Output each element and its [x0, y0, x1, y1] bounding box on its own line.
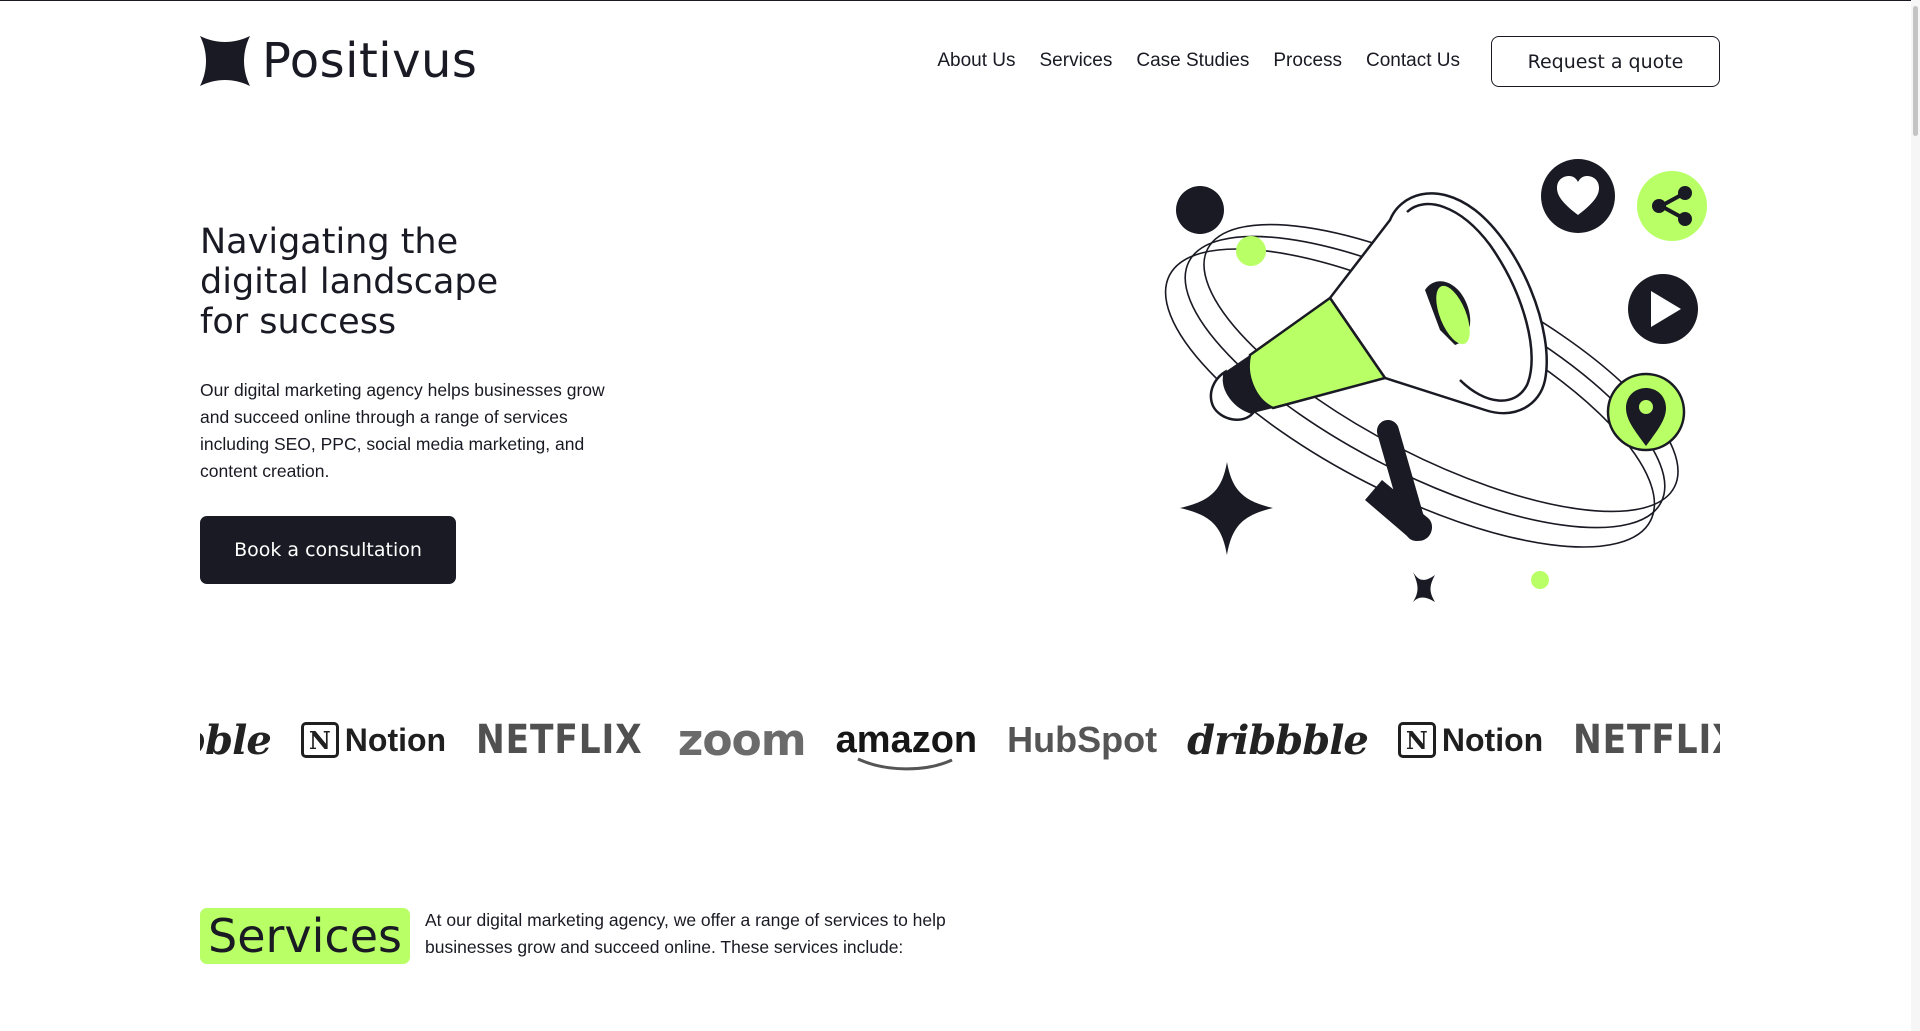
logo-netflix: NETFLIX	[476, 717, 643, 763]
black-dot	[1176, 186, 1224, 234]
amazon-smile-icon	[857, 757, 953, 770]
page-scrollbar[interactable]	[1911, 0, 1920, 1031]
notion-icon: N	[300, 722, 339, 758]
scrollbar-thumb[interactable]	[1913, 6, 1918, 136]
location-pin-icon	[1606, 372, 1686, 452]
site-header: Positivus About Us Services Case Studies…	[200, 30, 1720, 92]
small-star-icon	[1413, 572, 1435, 602]
logo-notion-text: Notion	[344, 721, 447, 758]
hero-description: Our digital marketing agency helps busin…	[200, 380, 605, 481]
play-icon	[1628, 274, 1698, 344]
heart-icon	[1541, 159, 1615, 233]
logo-netflix-2: NETFLIX	[1573, 717, 1720, 763]
brand-logo[interactable]: Positivus	[200, 36, 477, 86]
nav-item-case-studies[interactable]: Case Studies	[1136, 50, 1249, 72]
logo-dribbble-2: dribbble	[1187, 716, 1369, 764]
share-icon	[1637, 171, 1707, 241]
client-logos-strip: dribbble NNotion NETFLIX zoom amazon Hub…	[200, 700, 1720, 780]
logo-notion-2: N Notion	[1397, 721, 1544, 759]
book-consultation-button[interactable]: Book a consultation	[200, 516, 456, 584]
brand-star-icon	[200, 36, 250, 86]
green-dot-small	[1531, 571, 1549, 589]
logo-zoom: zoom	[677, 714, 807, 766]
main-nav: About Us Services Case Studies Process C…	[937, 50, 1460, 72]
nav-item-about-us[interactable]: About Us	[937, 50, 1015, 72]
green-dot	[1236, 236, 1266, 266]
logo-dribbble: dribbble	[200, 716, 272, 764]
services-description: At our digital marketing agency, we offe…	[425, 910, 946, 957]
nav-item-contact-us[interactable]: Contact Us	[1366, 50, 1460, 72]
nav-item-services[interactable]: Services	[1040, 50, 1113, 72]
logo-notion-text-2: Notion	[1441, 721, 1544, 758]
hero-title: Navigating the digital landscape for suc…	[200, 222, 499, 342]
request-quote-button[interactable]: Request a quote	[1491, 36, 1720, 87]
hero-illustration	[1164, 159, 1707, 602]
logo-hubspot: HubSpot	[1007, 719, 1158, 760]
services-heading: Services	[200, 908, 410, 964]
notion-icon: N	[1397, 722, 1436, 758]
logo-amazon: amazon	[836, 719, 977, 770]
logo-notion: N Notion	[300, 721, 447, 759]
sparkle-star-icon	[1180, 462, 1273, 555]
brand-name: Positivus	[262, 33, 478, 89]
nav-item-process[interactable]: Process	[1273, 50, 1342, 72]
top-border	[0, 0, 1920, 1]
